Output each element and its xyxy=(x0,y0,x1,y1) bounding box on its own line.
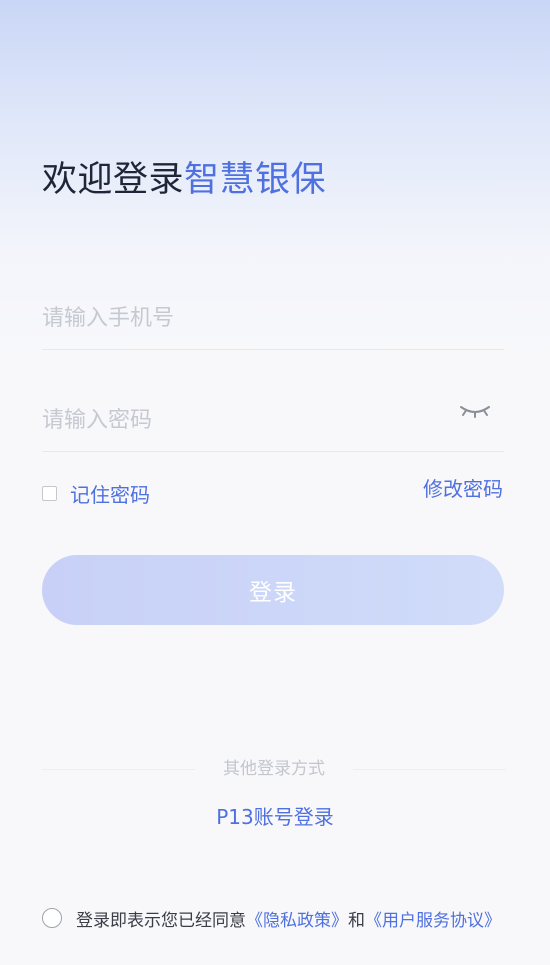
user-agreement-link[interactable]: 《用户服务协议》 xyxy=(365,906,501,931)
divider-line-right xyxy=(353,769,506,770)
password-field xyxy=(42,391,504,452)
password-input[interactable] xyxy=(42,397,442,443)
phone-field xyxy=(42,289,504,350)
agreement-radio[interactable] xyxy=(42,908,62,928)
login-button[interactable]: 登录 xyxy=(42,555,504,625)
remember-checkbox[interactable] xyxy=(42,485,57,501)
page-title: 欢迎登录智慧银保 xyxy=(42,157,326,203)
title-welcome: 欢迎登录 xyxy=(42,160,185,200)
eye-closed-svg xyxy=(460,406,490,418)
change-password-link[interactable]: 修改密码 xyxy=(423,474,503,504)
agreement-row: 登录即表示您已经同意 《隐私政策》 和 《用户服务协议》 xyxy=(42,905,501,931)
privacy-policy-link[interactable]: 《隐私政策》 xyxy=(246,906,348,931)
agreement-conjunction: 和 xyxy=(348,910,365,931)
phone-input[interactable] xyxy=(42,295,442,341)
other-login-divider: 其他登录方式 xyxy=(42,756,506,782)
eye-closed-icon[interactable] xyxy=(458,401,492,423)
remember-password[interactable]: 记住密码 xyxy=(42,478,150,508)
title-app-name: 智慧银保 xyxy=(184,160,327,200)
login-screen: { "header": { "welcome": "欢迎登录", "app_na… xyxy=(0,0,550,965)
remember-label: 记住密码 xyxy=(70,482,150,507)
agreement-text: 登录即表示您已经同意 xyxy=(76,910,246,931)
p13-login-link[interactable]: P13账号登录 xyxy=(0,802,550,832)
